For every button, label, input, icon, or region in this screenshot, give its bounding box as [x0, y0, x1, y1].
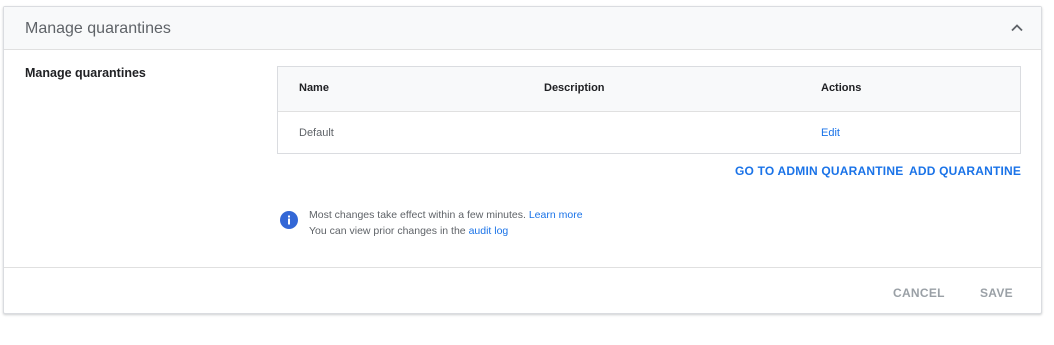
column-header-name: Name: [299, 82, 329, 94]
column-header-actions: Actions: [821, 82, 862, 94]
footer-divider: [4, 267, 1041, 268]
column-header-description: Description: [544, 82, 605, 94]
card-header[interactable]: Manage quarantines: [4, 7, 1041, 50]
card-title: Manage quarantines: [25, 20, 171, 37]
info-line-2: You can view prior changes in the audit …: [309, 225, 508, 237]
table-header: Name Description Actions: [278, 67, 1020, 112]
manage-quarantines-card: Manage quarantines Manage quarantines Na…: [3, 6, 1042, 314]
go-to-admin-quarantine-button[interactable]: GO TO ADMIN QUARANTINE: [735, 164, 903, 178]
table-row: Default Edit: [278, 111, 1020, 154]
chevron-up-icon[interactable]: [1009, 20, 1025, 36]
cancel-button[interactable]: CANCEL: [893, 286, 945, 300]
learn-more-link[interactable]: Learn more: [529, 209, 583, 221]
info-icon: [280, 211, 298, 229]
info-line-1-text: Most changes take effect within a few mi…: [309, 209, 526, 221]
save-button[interactable]: SAVE: [980, 286, 1013, 300]
info-line-1: Most changes take effect within a few mi…: [309, 209, 583, 221]
info-line-2-text: You can view prior changes in the: [309, 225, 466, 237]
audit-log-link[interactable]: audit log: [469, 225, 509, 237]
quarantines-table: Name Description Actions Default Edit: [277, 66, 1021, 154]
edit-link[interactable]: Edit: [821, 127, 840, 139]
section-label: Manage quarantines: [25, 66, 146, 80]
add-quarantine-button[interactable]: ADD QUARANTINE: [909, 164, 1021, 178]
row-name: Default: [299, 127, 334, 139]
